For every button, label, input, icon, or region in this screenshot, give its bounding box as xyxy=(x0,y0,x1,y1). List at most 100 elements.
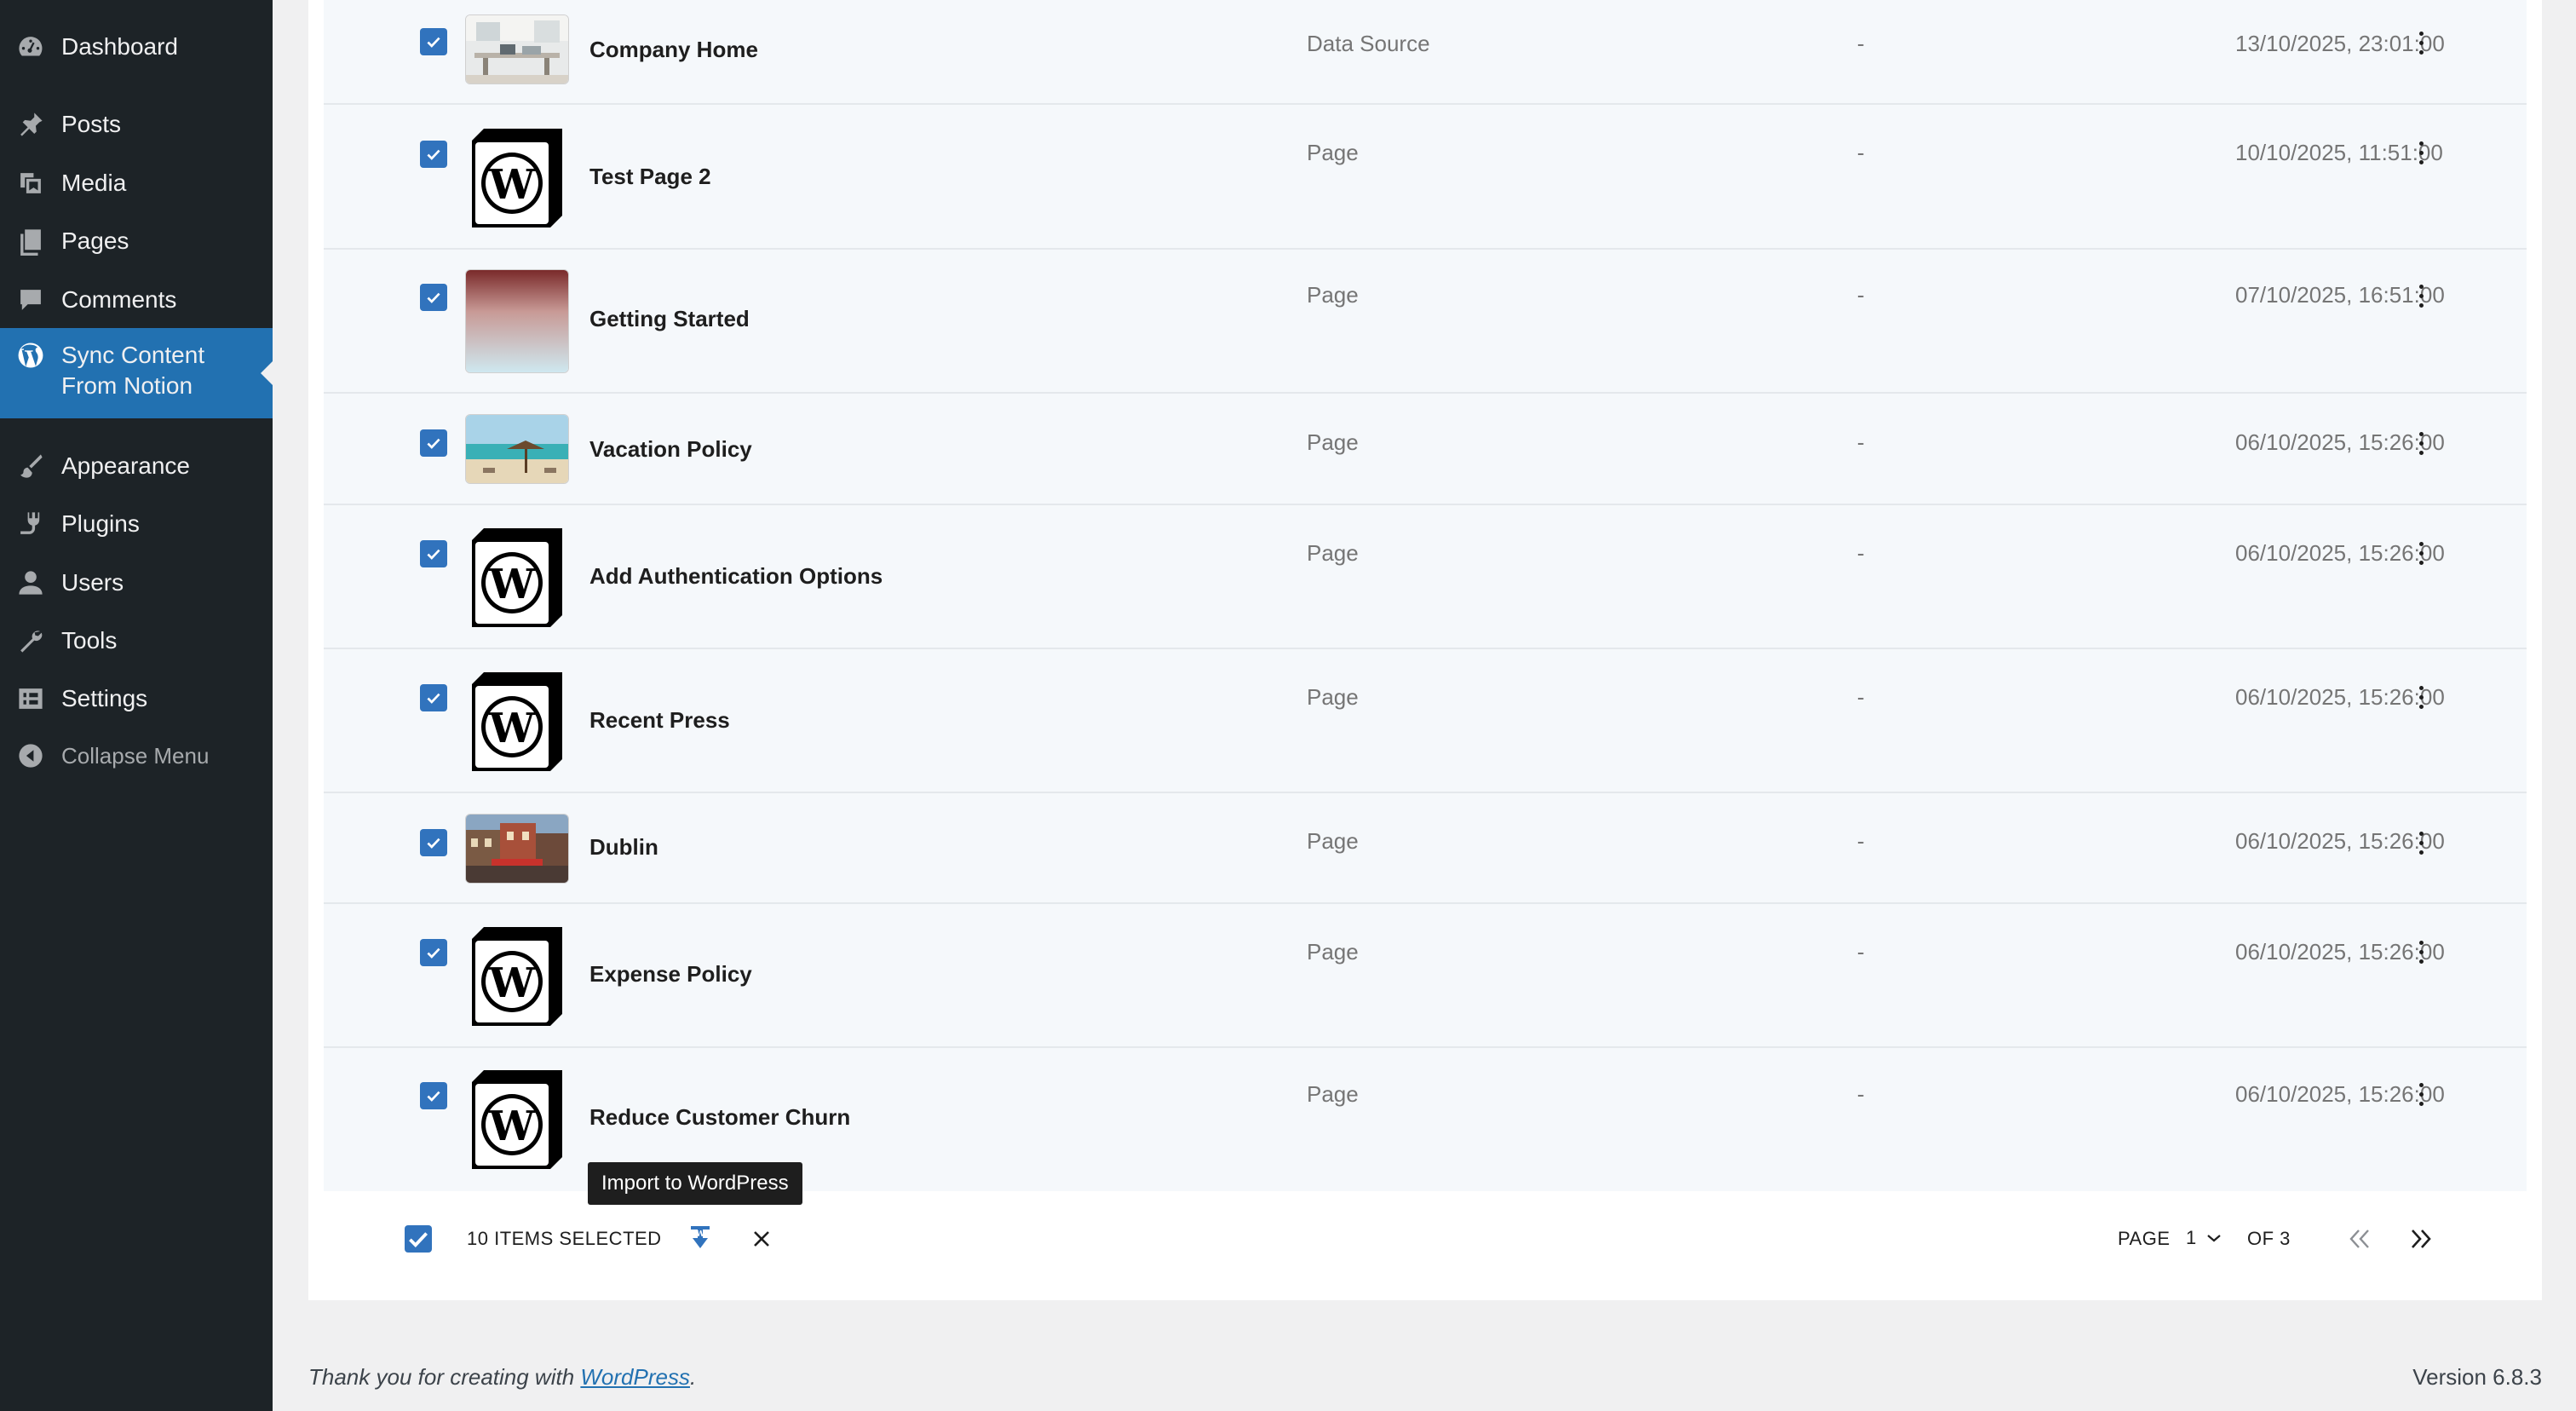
sidebar-item-label: Users xyxy=(61,569,124,596)
sidebar-item-posts[interactable]: Posts xyxy=(0,95,273,153)
sidebar-item-plugins[interactable]: Plugins xyxy=(0,495,273,553)
row-checkbox[interactable] xyxy=(420,284,447,311)
row-thumbnail-notion-wp-cube: W xyxy=(465,525,569,629)
dashboard-icon xyxy=(15,32,46,62)
sidebar-collapse-menu[interactable]: Collapse Menu xyxy=(0,727,273,785)
row-type: Page xyxy=(1307,282,1359,308)
notion-wordpress-cube-icon: W xyxy=(472,927,562,1026)
notion-wordpress-cube-icon: W xyxy=(472,528,562,627)
row-author: - xyxy=(1857,429,1865,455)
table-row: Vacation Policy Page - 06/10/2025, 15:26… xyxy=(324,394,2527,505)
table-row: W Recent Press Page - 06/10/2025, 15:26:… xyxy=(324,649,2527,793)
row-actions-menu-icon[interactable] xyxy=(2404,536,2438,570)
row-author: - xyxy=(1857,540,1865,566)
row-actions-menu-icon[interactable] xyxy=(2404,26,2438,60)
sidebar-item-dashboard[interactable]: Dashboard xyxy=(0,18,273,76)
checkmark-icon xyxy=(427,149,440,160)
row-thumbnail-photo-beach xyxy=(465,414,569,484)
checkmark-icon xyxy=(427,549,440,560)
row-type: Page xyxy=(1307,1081,1359,1107)
sidebar-item-comments[interactable]: Comments xyxy=(0,271,273,329)
row-author: - xyxy=(1857,828,1865,854)
row-checkbox[interactable] xyxy=(420,829,447,856)
row-checkbox[interactable] xyxy=(420,684,447,711)
sidebar-item-label: Posts xyxy=(61,111,122,137)
comment-icon xyxy=(15,285,46,315)
row-thumbnail-notion-wp-cube: W xyxy=(465,924,569,1028)
row-title[interactable]: Test Page 2 xyxy=(589,164,711,190)
row-title[interactable]: Vacation Policy xyxy=(589,436,752,463)
row-checkbox[interactable] xyxy=(420,540,447,567)
checkmark-icon xyxy=(409,1232,428,1247)
sidebar-item-label: Dashboard xyxy=(61,33,178,60)
row-title[interactable]: Company Home xyxy=(589,37,758,63)
bulk-actions-bar: 10 ITEMS SELECTED W PAGE 1 OF 3 xyxy=(308,1191,2542,1300)
next-page-button[interactable] xyxy=(2402,1220,2440,1258)
sidebar-item-pages[interactable]: Pages xyxy=(0,212,273,270)
row-title[interactable]: Getting Started xyxy=(589,306,750,332)
sidebar-item-label: Collapse Menu xyxy=(61,742,210,769)
row-type: Data Source xyxy=(1307,31,1430,56)
row-actions-menu-icon[interactable] xyxy=(2404,135,2438,170)
previous-page-button[interactable] xyxy=(2341,1220,2378,1258)
table-row: Company Home Data Source - 13/10/2025, 2… xyxy=(324,0,2527,105)
footer-thanks: Thank you for creating with WordPress. xyxy=(308,1364,696,1391)
footer-thanks-suffix: . xyxy=(689,1364,697,1390)
sidebar-item-label: Tools xyxy=(61,627,118,654)
notion-wordpress-cube-icon: W xyxy=(472,1070,562,1169)
row-type: Page xyxy=(1307,939,1359,965)
row-actions-menu-icon[interactable] xyxy=(2404,426,2438,460)
row-checkbox[interactable] xyxy=(420,939,447,966)
sidebar-item-settings[interactable]: Settings xyxy=(0,670,273,728)
user-icon xyxy=(15,567,46,598)
close-icon xyxy=(754,1231,769,1247)
row-thumbnail-notion-wp-cube: W xyxy=(465,669,569,773)
row-actions-menu-icon[interactable] xyxy=(2404,935,2438,969)
row-title[interactable]: Dublin xyxy=(589,834,658,861)
row-actions-menu-icon[interactable] xyxy=(2404,826,2438,860)
row-title[interactable]: Recent Press xyxy=(589,707,730,734)
sidebar-item-sync-content-from-notion[interactable]: Sync Content From Notion xyxy=(0,328,273,418)
import-tooltip: Import to WordPress xyxy=(588,1162,802,1205)
checkmark-icon xyxy=(427,37,440,48)
import-to-wordpress-button[interactable]: W xyxy=(681,1220,719,1258)
footer-thanks-text: Thank you for creating with xyxy=(308,1364,581,1390)
sidebar-item-users[interactable]: Users xyxy=(0,554,273,612)
row-title[interactable]: Reduce Customer Churn xyxy=(589,1104,850,1131)
clear-selection-button[interactable] xyxy=(743,1220,780,1258)
double-chevron-left-icon xyxy=(2349,1230,2369,1248)
content-table-panel: Company Home Data Source - 13/10/2025, 2… xyxy=(308,0,2542,1300)
row-checkbox[interactable] xyxy=(420,141,447,168)
checkmark-icon xyxy=(427,1091,440,1102)
sidebar-item-label: Plugins xyxy=(61,510,140,537)
checkmark-icon xyxy=(427,838,440,849)
active-menu-pointer xyxy=(261,361,273,385)
pushpin-icon xyxy=(15,109,46,140)
row-checkbox[interactable] xyxy=(420,1082,447,1109)
row-thumbnail-gradient xyxy=(465,269,569,373)
wordpress-logo-icon xyxy=(15,340,46,371)
wordpress-link[interactable]: WordPress xyxy=(580,1364,690,1390)
row-thumbnail-photo-office xyxy=(465,14,569,84)
checkmark-icon xyxy=(427,438,440,449)
chevron-down-icon xyxy=(2207,1235,2221,1242)
row-checkbox[interactable] xyxy=(420,429,447,457)
row-thumbnail-photo-street xyxy=(465,814,569,884)
select-all-checkbox[interactable] xyxy=(405,1225,432,1253)
svg-text:W: W xyxy=(488,1103,536,1150)
row-actions-menu-icon[interactable] xyxy=(2404,279,2438,313)
sidebar-item-label: Pages xyxy=(61,227,129,254)
sidebar-item-media[interactable]: Media xyxy=(0,154,273,212)
page-number-value: 1 xyxy=(2186,1227,2197,1248)
row-actions-menu-icon[interactable] xyxy=(2404,1077,2438,1111)
row-title[interactable]: Add Authentication Options xyxy=(589,563,883,590)
sidebar-item-appearance[interactable]: Appearance xyxy=(0,437,273,495)
paintbrush-icon xyxy=(15,451,46,481)
row-title[interactable]: Expense Policy xyxy=(589,961,752,988)
page-number-select[interactable]: 1 xyxy=(2186,1222,2237,1254)
sidebar-item-tools[interactable]: Tools xyxy=(0,612,273,670)
table-row: Dublin Page - 06/10/2025, 15:26:00 xyxy=(324,793,2527,904)
row-actions-menu-icon[interactable] xyxy=(2404,680,2438,714)
row-checkbox[interactable] xyxy=(420,28,447,55)
table-row: Getting Started Page - 07/10/2025, 16:51… xyxy=(324,250,2527,394)
